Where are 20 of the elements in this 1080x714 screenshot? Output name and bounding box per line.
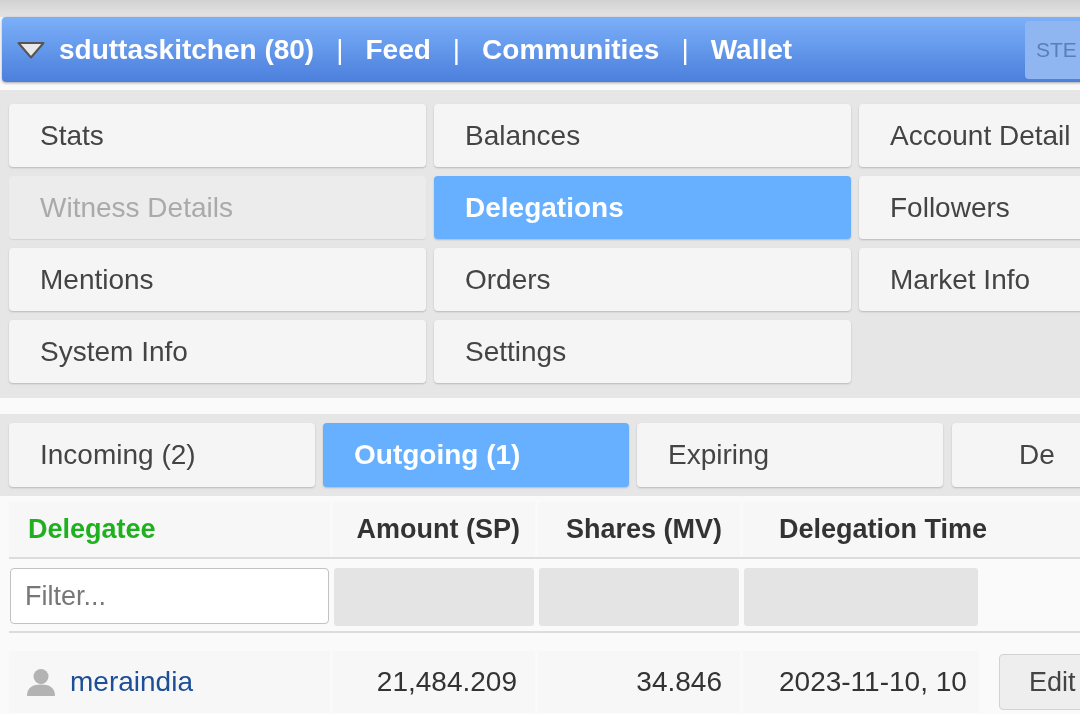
menu-button[interactable]: Account Detail [859, 104, 1080, 167]
menu-button[interactable]: Settings [434, 320, 851, 383]
menu-button[interactable]: Stats [9, 104, 426, 167]
edit-button[interactable]: Edit [999, 654, 1080, 710]
nav-separator: | [681, 33, 689, 66]
user-silhouette-icon [27, 668, 55, 696]
menu-button[interactable]: Market Info [859, 248, 1080, 311]
menu-button[interactable]: Orders [434, 248, 851, 311]
nav-separator: | [452, 33, 461, 66]
menu-button[interactable]: Followers [859, 176, 1080, 239]
nav-separator: | [336, 33, 344, 66]
menu-button[interactable]: System Info [9, 320, 426, 383]
tab[interactable]: De [952, 423, 1080, 487]
user-link[interactable]: meraindia [70, 666, 193, 698]
menu-button[interactable]: Balances [434, 104, 851, 167]
tab[interactable]: Incoming (2) [9, 423, 315, 487]
menu-button[interactable]: Mentions [9, 248, 426, 311]
filter-field[interactable]: Filter... [10, 568, 329, 624]
dropdown-triangle-icon[interactable] [17, 40, 45, 59]
tab[interactable]: Expiring [637, 423, 943, 487]
